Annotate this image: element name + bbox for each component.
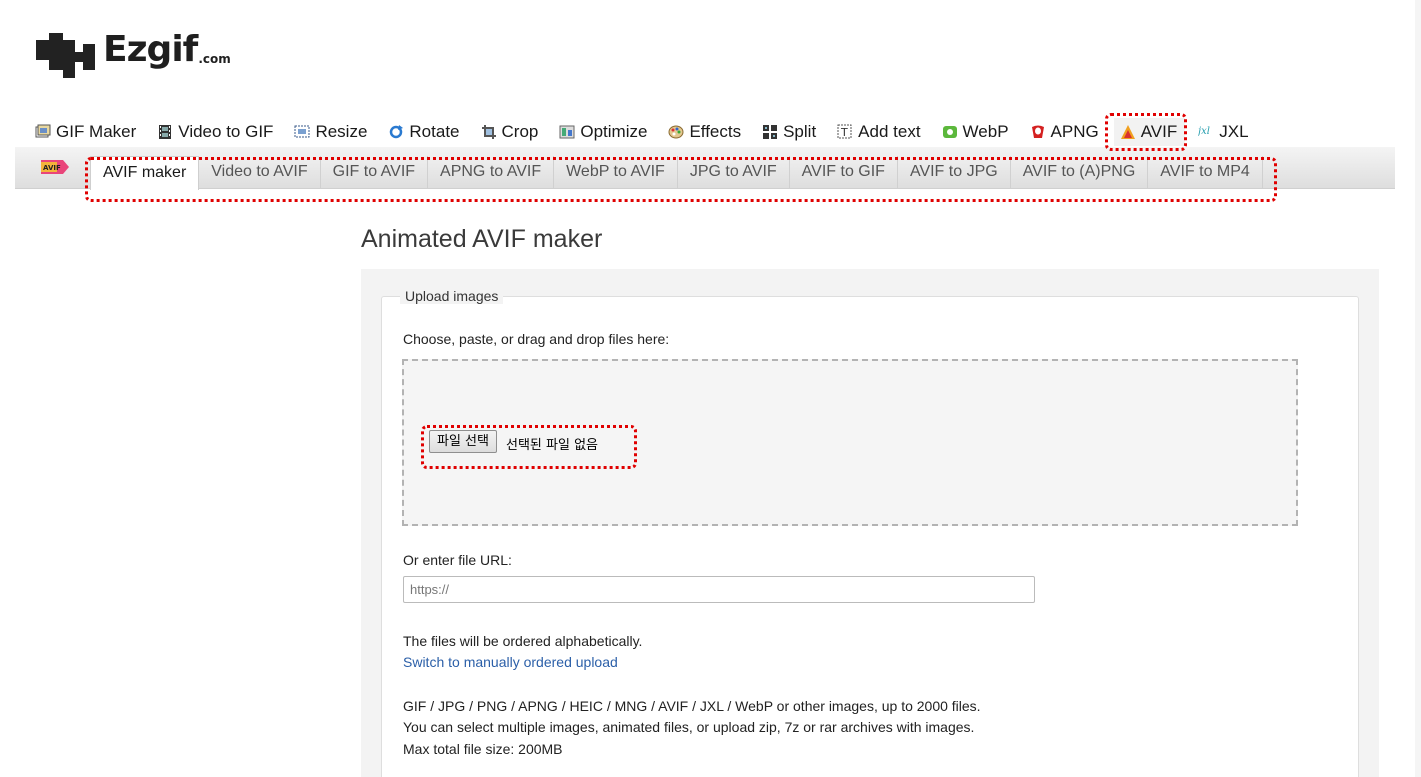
nav-label: AVIF bbox=[1140, 122, 1178, 141]
nav-optimize[interactable]: Optimize bbox=[559, 122, 647, 142]
sub-tabs: AVIF maker Video to AVIF GIF to AVIF APN… bbox=[90, 156, 1263, 190]
tab-video-to-avif[interactable]: Video to AVIF bbox=[199, 156, 321, 189]
main-nav: GIF Maker Video to GIF Resize Rotate Cro… bbox=[35, 118, 1270, 146]
resize-icon bbox=[294, 124, 310, 140]
nav-apng[interactable]: APNG bbox=[1030, 122, 1099, 142]
sub-nav: AVIF AVIF maker Video to AVIF GIF to AVI… bbox=[15, 147, 1395, 190]
palette-icon bbox=[668, 124, 684, 140]
webp-icon bbox=[942, 124, 958, 140]
nav-gif-maker[interactable]: GIF Maker bbox=[35, 122, 136, 142]
tab-avif-to-apng[interactable]: AVIF to (A)PNG bbox=[1011, 156, 1149, 189]
nav-split[interactable]: Split bbox=[762, 122, 816, 142]
apng-icon bbox=[1030, 124, 1046, 140]
film-icon bbox=[157, 124, 173, 140]
page: Ezgif .com GIF Maker Video to GIF Resize bbox=[0, 0, 1421, 777]
svg-text:T: T bbox=[840, 126, 848, 139]
nav-video-to-gif[interactable]: Video to GIF bbox=[157, 122, 273, 142]
tab-gif-to-avif[interactable]: GIF to AVIF bbox=[321, 156, 429, 189]
multiple-info: You can select multiple images, animated… bbox=[403, 719, 975, 735]
upload-fieldset: Upload images Choose, paste, or drag and… bbox=[381, 288, 1359, 777]
svg-text:jxl: jxl bbox=[1198, 126, 1210, 137]
upload-legend: Upload images bbox=[400, 288, 504, 304]
tab-webp-to-avif[interactable]: WebP to AVIF bbox=[554, 156, 678, 189]
tab-avif-to-mp4[interactable]: AVIF to MP4 bbox=[1148, 156, 1263, 189]
nav-avif[interactable]: AVIF bbox=[1113, 118, 1186, 146]
nav-label: APNG bbox=[1050, 122, 1099, 141]
tab-avif-maker[interactable]: AVIF maker bbox=[90, 156, 200, 190]
scrollbar[interactable] bbox=[1415, 0, 1421, 777]
rotate-icon bbox=[388, 124, 404, 140]
nav-label: Add text bbox=[858, 122, 921, 141]
tab-avif-to-gif[interactable]: AVIF to GIF bbox=[790, 156, 898, 189]
nav-label: Rotate bbox=[409, 122, 460, 141]
tab-avif-to-jpg[interactable]: AVIF to JPG bbox=[898, 156, 1011, 189]
puzzle-logo-icon bbox=[36, 33, 95, 78]
nav-label: Crop bbox=[501, 122, 539, 141]
gif-maker-icon bbox=[35, 124, 51, 140]
max-size-info: Max total file size: 200MB bbox=[403, 741, 563, 757]
nav-label: GIF Maker bbox=[56, 122, 137, 141]
crop-icon bbox=[481, 124, 497, 140]
page-title: Animated AVIF maker bbox=[361, 225, 603, 253]
switch-upload-link[interactable]: Switch to manually ordered upload bbox=[403, 654, 618, 670]
nav-label: WebP bbox=[962, 122, 1009, 141]
nav-crop[interactable]: Crop bbox=[481, 122, 539, 142]
choose-files-label: Choose, paste, or drag and drop files he… bbox=[403, 331, 670, 347]
split-icon bbox=[762, 124, 778, 140]
site-logo[interactable]: Ezgif .com bbox=[35, 30, 231, 82]
add-text-icon: T bbox=[837, 124, 853, 140]
svg-text:AVIF: AVIF bbox=[43, 164, 61, 172]
nav-resize[interactable]: Resize bbox=[294, 122, 367, 142]
avif-logo-icon: AVIF bbox=[39, 156, 71, 178]
logo-suffix: .com bbox=[198, 52, 231, 66]
tab-jpg-to-avif[interactable]: JPG to AVIF bbox=[678, 156, 790, 189]
order-note: The files will be ordered alphabetically… bbox=[403, 633, 643, 649]
jxl-icon: jxl bbox=[1196, 124, 1214, 140]
nav-label: Split bbox=[783, 122, 817, 141]
nav-label: Optimize bbox=[580, 122, 648, 141]
nav-rotate[interactable]: Rotate bbox=[388, 122, 460, 142]
formats-info: GIF / JPG / PNG / APNG / HEIC / MNG / AV… bbox=[403, 698, 981, 714]
avif-icon bbox=[1120, 124, 1136, 140]
optimize-icon bbox=[559, 124, 575, 140]
tab-apng-to-avif[interactable]: APNG to AVIF bbox=[428, 156, 555, 189]
nav-effects[interactable]: Effects bbox=[668, 122, 741, 142]
nav-add-text[interactable]: T Add text bbox=[837, 122, 921, 142]
upload-panel: Upload images Choose, paste, or drag and… bbox=[361, 269, 1379, 777]
file-status-text: 선택된 파일 없음 bbox=[506, 438, 598, 453]
file-url-input[interactable] bbox=[403, 576, 1035, 603]
choose-file-button[interactable]: 파일 선택 bbox=[429, 430, 497, 453]
nav-label: Effects bbox=[689, 122, 742, 141]
nav-label: Resize bbox=[315, 122, 368, 141]
file-url-label: Or enter file URL: bbox=[403, 552, 512, 568]
nav-label: Video to GIF bbox=[178, 122, 274, 141]
nav-webp[interactable]: WebP bbox=[942, 122, 1009, 142]
nav-label: JXL bbox=[1219, 122, 1249, 141]
logo-name: Ezgif bbox=[103, 29, 198, 70]
nav-jxl[interactable]: jxl JXL bbox=[1196, 122, 1249, 142]
